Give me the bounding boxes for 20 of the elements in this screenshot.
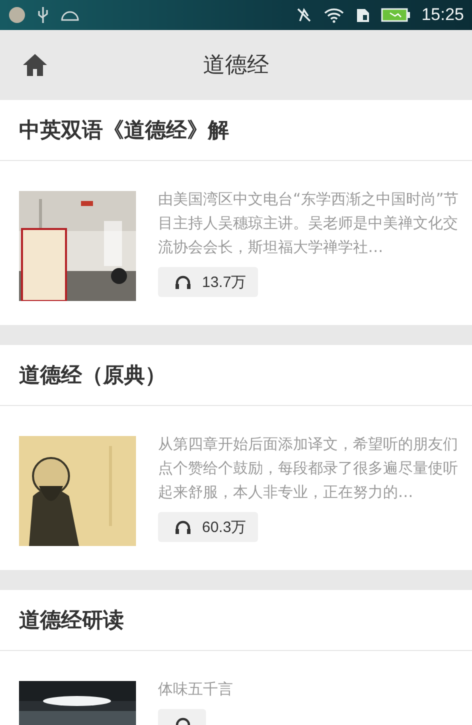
page-title: 道德经 — [203, 52, 269, 80]
clock-time: 15:25 — [421, 5, 464, 25]
album-description: 由美国湾区中文电台“东学西渐之中国时尚”节目主持人吴穗琼主讲。吴老师是中美禅文化交流协会会长，斯坦福大学禅学社… — [158, 189, 460, 258]
avatar-icon — [8, 6, 26, 24]
headphones-icon — [174, 274, 192, 290]
album-description: 体味五千言 — [158, 679, 234, 700]
play-count-text: 60.3万 — [202, 518, 246, 536]
section-title: 道德经（原典） — [0, 345, 472, 406]
play-count-text: 13.7万 — [202, 272, 246, 292]
section-title: 中英双语《道德经》解 — [0, 100, 472, 161]
album-card[interactable]: 由美国湾区中文电台“东学西渐之中国时尚”节目主持人吴穗琼主讲。吴老师是中美禅文化交流协会会长，斯坦福大学禅学社… 13.7万 — [0, 161, 472, 325]
album-description: 从第四章开始后面添加译文，希望听的朋友们点个赞给个鼓励，每段都录了很多遍尽量使听起来舒服，本人非专业，正在努力的… — [158, 434, 459, 503]
sim-card-icon — [355, 7, 372, 23]
home-icon[interactable] — [22, 53, 48, 77]
section-title: 道德经研读 — [0, 590, 472, 651]
battery-icon — [381, 7, 412, 23]
headphones-icon — [174, 519, 192, 535]
wifi-icon — [323, 7, 346, 23]
album-card[interactable]: 从第四章开始后面添加译文，希望听的朋友们点个赞给个鼓励，每段都录了很多遍尽量使听起来舒服，本人非专业，正在努力的… 60.3万 — [0, 406, 472, 570]
usb-icon — [36, 6, 50, 24]
